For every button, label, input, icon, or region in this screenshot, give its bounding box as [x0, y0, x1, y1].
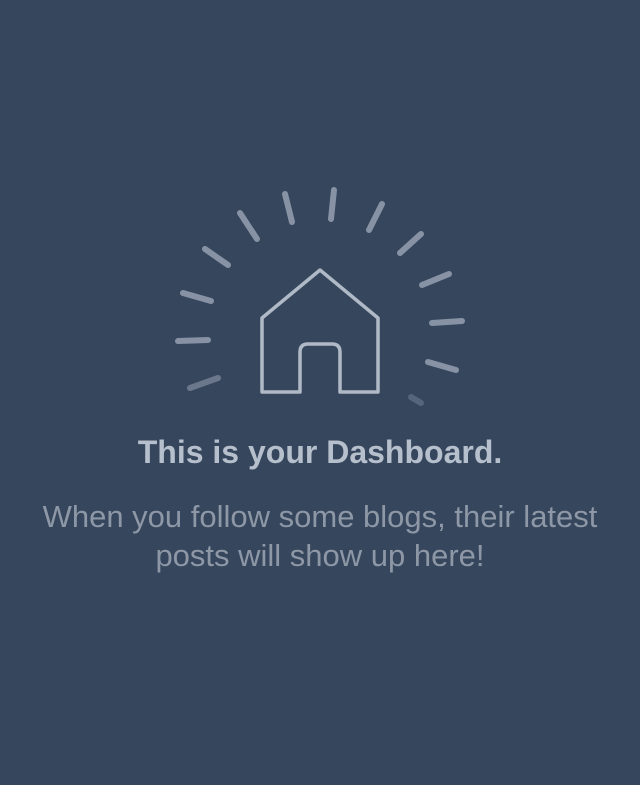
ray: [175, 337, 211, 344]
ray: [419, 271, 452, 288]
ray: [180, 290, 214, 304]
dashboard-title: This is your Dashboard.: [137, 434, 503, 470]
ray: [425, 359, 459, 373]
dashboard-illustration: [160, 170, 480, 420]
ray: [202, 246, 231, 268]
dashboard-empty-state: This is your Dashboard. When you follow …: [0, 0, 640, 785]
ray: [282, 191, 295, 225]
rays-icon: [175, 187, 465, 406]
dashboard-subtitle: When you follow some blogs, their latest…: [42, 499, 598, 573]
ray: [366, 201, 385, 233]
home-icon: [260, 268, 380, 394]
ray: [397, 231, 424, 256]
ray-faded: [187, 375, 221, 391]
ray: [328, 187, 337, 222]
ray-faded: [408, 394, 424, 406]
ray: [429, 318, 465, 326]
ray: [237, 210, 260, 242]
